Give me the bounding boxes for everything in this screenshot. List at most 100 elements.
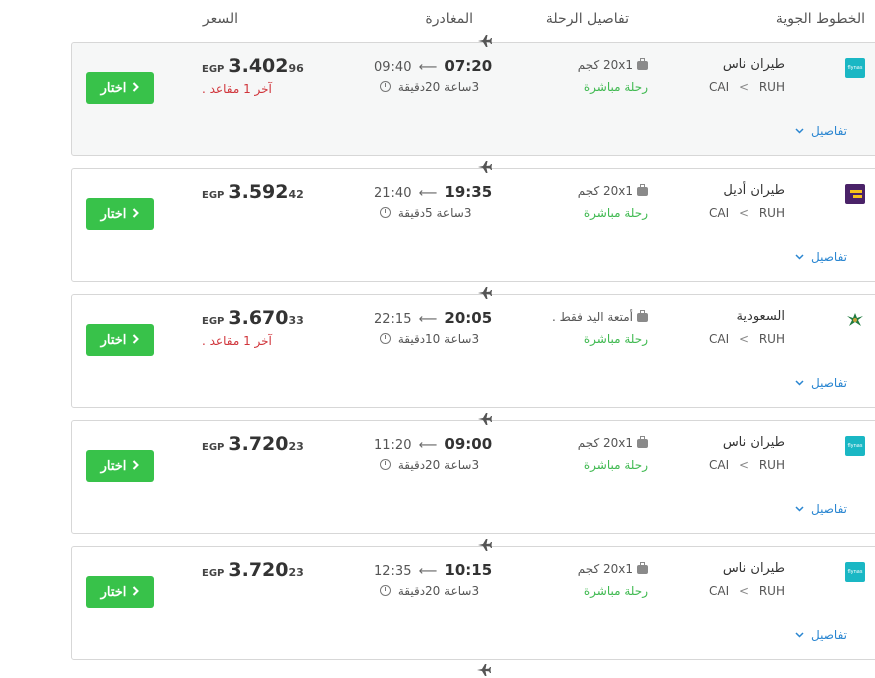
departure-time: 10:15 [444,561,493,579]
airline-name: طيران ناس [722,57,785,72]
chevron-left-icon: < [738,80,750,94]
plane-icon [477,33,493,49]
arrow-left-icon: ⟵ [418,186,438,201]
select-flight-button[interactable]: اختار [86,198,154,230]
chevron-down-icon [795,124,804,138]
departure-time: 19:35 [444,183,493,201]
route: CAI < RUH [709,584,785,598]
flight-card: flynas طيران ناس CAI < RUH تفاصيل 20x1 ك… [71,35,875,156]
select-flight-button[interactable]: اختار [86,576,154,608]
select-flight-button[interactable]: اختار [86,72,154,104]
clock-icon [380,333,391,344]
price: EGP 3.72023 [202,433,304,455]
details-label: تفاصيل [811,502,847,516]
nonstop-label: رحلة مباشرة [583,458,648,472]
saudia-logo [845,310,865,330]
price-decimals: 42 [288,188,304,201]
arrow-left-icon: ⟵ [418,312,438,327]
flynas-logo: flynas [845,562,865,582]
select-label: اختار [100,80,127,95]
duration-text: 3ساعة 20دقيقة [397,584,480,598]
arrival-time: 12:35 [374,564,412,579]
price-currency: EGP [202,316,225,327]
details-label: تفاصيل [811,124,847,138]
plane-icon [477,285,493,301]
flight-times: 12:35 ⟵ 10:15 [374,561,492,579]
arrival-time: 11:20 [374,438,412,453]
select-label: اختار [100,206,127,221]
price-decimals: 96 [288,62,304,75]
baggage-info: 20x1 كجم [578,184,648,198]
chevron-right-icon [132,333,140,347]
select-flight-button[interactable]: اختار [86,450,154,482]
route: CAI < RUH [709,458,785,472]
chevron-right-icon [132,81,140,95]
chevron-down-icon [795,250,804,264]
route-origin: RUH [758,332,785,346]
clock-icon [380,207,391,218]
departure-time: 07:20 [444,57,493,75]
baggage-text: 20x1 كجم [577,436,633,450]
route-destination: CAI [708,332,730,346]
baggage-text: 20x1 كجم [577,184,633,198]
duration-text: 3ساعة 5دقيقة [397,206,472,220]
baggage-text: 20x1 كجم [577,58,633,72]
flight-duration: 3ساعة 10دقيقة [380,332,479,346]
chevron-down-icon [795,502,804,516]
flight-times: 21:40 ⟵ 19:35 [374,183,492,201]
flight-card: flynas طيران ناس CAI < RUH تفاصيل 20x1 ك… [71,539,875,660]
price-amount: 3.402 [228,55,289,77]
flight-times: 11:20 ⟵ 09:00 [374,435,492,453]
chevron-left-icon: < [738,584,750,598]
seats-remaining: آخر 1 مقاعد . [202,82,272,96]
details-link[interactable]: تفاصيل [795,628,847,642]
route: CAI < RUH [709,80,785,94]
arrow-left-icon: ⟵ [418,564,438,579]
price: EGP 3.59242 [202,181,304,203]
route: CAI < RUH [709,206,785,220]
select-flight-button[interactable]: اختار [86,324,154,356]
route-origin: RUH [758,206,785,220]
price: EGP 3.40296 [202,55,304,77]
route-origin: RUH [758,584,785,598]
details-link[interactable]: تفاصيل [795,502,847,516]
flight-duration: 3ساعة 20دقيقة [380,80,479,94]
arrival-time: 21:40 [374,186,412,201]
price-decimals: 23 [288,440,304,453]
seats-remaining: آخر 1 مقاعد . [202,334,272,348]
arrival-time: 22:15 [374,312,412,327]
route-origin: RUH [758,458,785,472]
baggage-info: 20x1 كجم [578,58,648,72]
price: EGP 3.67033 [202,307,304,329]
duration-text: 3ساعة 10دقيقة [397,332,480,346]
details-link[interactable]: تفاصيل [795,250,847,264]
details-link[interactable]: تفاصيل [795,124,847,138]
baggage-text: 20x1 كجم [577,562,633,576]
chevron-right-icon [132,585,140,599]
plane-icon [477,537,493,553]
flight-card: السعودية CAI < RUH تفاصيل أمتعة اليد فقط… [71,287,875,408]
price: EGP 3.72023 [202,559,304,581]
airline-name: طيران ناس [722,435,785,450]
plane-icon [477,411,493,427]
flynas-logo: flynas [845,436,865,456]
price-amount: 3.592 [228,181,289,203]
details-link[interactable]: تفاصيل [795,376,847,390]
price-currency: EGP [202,442,225,453]
nonstop-label: رحلة مباشرة [583,206,648,220]
clock-icon [380,81,391,92]
nonstop-label: رحلة مباشرة [583,584,648,598]
flight-duration: 3ساعة 5دقيقة [380,206,471,220]
details-label: تفاصيل [811,376,847,390]
details-label: تفاصيل [811,628,847,642]
flynas-logo: flynas [845,58,865,78]
chevron-left-icon: < [738,332,750,346]
duration-text: 3ساعة 20دقيقة [397,458,480,472]
plane-icon [476,662,492,678]
duration-text: 3ساعة 20دقيقة [397,80,480,94]
select-label: اختار [100,458,127,473]
flight-duration: 3ساعة 20دقيقة [380,458,479,472]
departure-time: 09:00 [444,435,493,453]
clock-icon [380,585,391,596]
luggage-icon [637,310,648,322]
